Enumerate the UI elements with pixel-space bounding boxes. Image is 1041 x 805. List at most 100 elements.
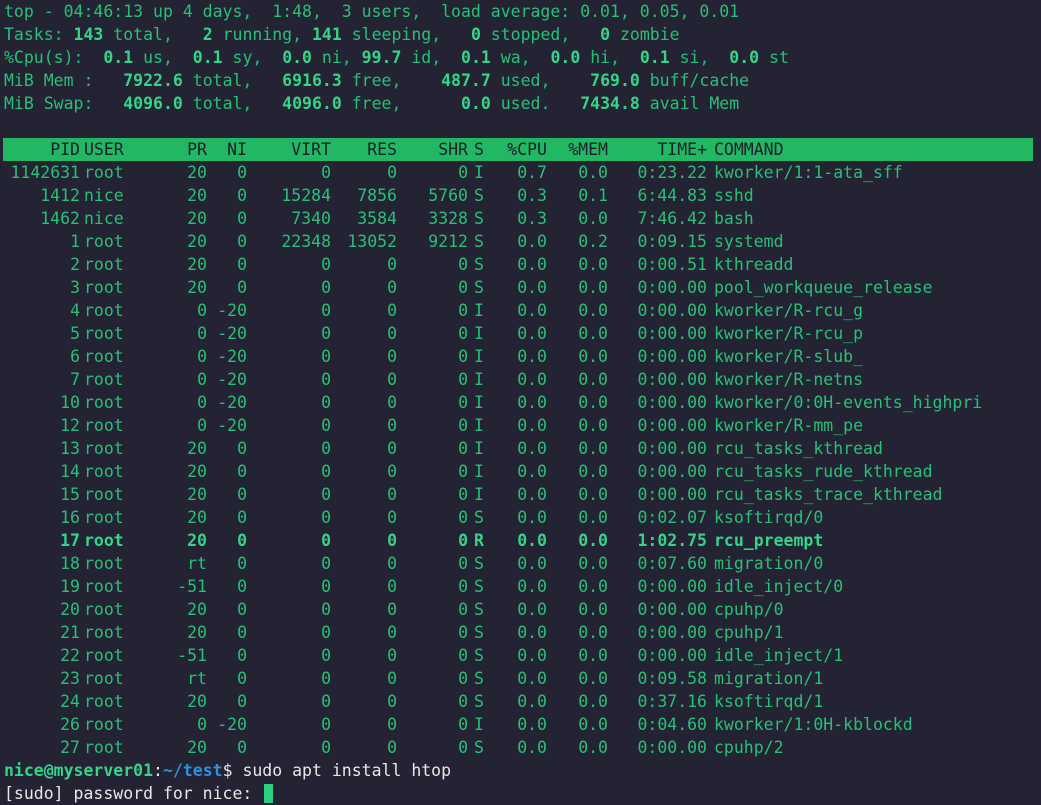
cell-cpu: 0.0 — [517, 485, 547, 504]
cell-time: 0:00.00 — [637, 370, 707, 389]
cell-mem: 0.0 — [578, 416, 608, 435]
cell-cpu: 0.0 — [517, 347, 547, 366]
cell-virt: 0 — [321, 163, 331, 182]
cell-mem: 0.0 — [578, 623, 608, 642]
cell-cmd: kworker/R-rcu_g — [714, 301, 864, 320]
cell-cmd: migration/0 — [714, 554, 824, 573]
column-header-s: S — [474, 140, 484, 159]
cell-res: 0 — [387, 715, 397, 734]
terminal-cursor[interactable] — [264, 784, 274, 803]
cpu-id-label: id, — [401, 48, 462, 67]
cell-s: S — [474, 669, 484, 688]
cpu-si: 0.1 — [639, 48, 670, 67]
cell-mem: 0.0 — [578, 370, 608, 389]
cell-ni: 0 — [237, 669, 247, 688]
cell-pid: 10 — [60, 393, 80, 412]
cell-user: root — [84, 439, 124, 458]
summary-mem-line: MiB Mem : 7922.6 total, 6916.3 free, 487… — [4, 69, 1041, 92]
tasks-zombie-label: zombie — [610, 25, 680, 44]
cell-pid: 22 — [60, 646, 80, 665]
cell-ni: 0 — [237, 738, 247, 757]
swap-avail-label: avail Mem — [639, 94, 740, 113]
summary-swap-line: MiB Swap: 4096.0 total, 4096.0 free, 0.0… — [4, 92, 1041, 115]
cell-shr: 0 — [458, 301, 468, 320]
table-row: 20 root 20 0 0 0 0 S 0.0 0.0 0:00.00 cpuhp/0 — [4, 598, 1041, 621]
cell-ni: 0 — [237, 255, 247, 274]
cell-mem: 0.0 — [578, 301, 608, 320]
column-header-pr: PR — [187, 140, 207, 159]
process-table: 1142631 root 20 0 0 0 0 I 0.7 0.0 0:23.22 kworker/1… — [4, 161, 1041, 759]
cell-user: root — [84, 531, 124, 550]
swap-total: 4096.0 — [123, 94, 183, 113]
cell-mem: 0.0 — [578, 278, 608, 297]
cell-mem: 0.0 — [578, 531, 608, 550]
cell-ni: 0 — [237, 623, 247, 642]
cell-time: 0:00.00 — [637, 462, 707, 481]
column-header-cmd: COMMAND — [714, 140, 784, 159]
cell-pr: 0 — [197, 301, 207, 320]
cell-s: S — [474, 600, 484, 619]
cpu-sy-label: sy, — [222, 48, 283, 67]
cell-cmd: kworker/1:0H-kblockd — [714, 715, 913, 734]
cell-virt: 0 — [321, 646, 331, 665]
cell-s: I — [474, 324, 484, 343]
cpu-us: 0.1 — [103, 48, 134, 67]
cell-cmd: cpuhp/0 — [714, 600, 784, 619]
cell-user: root — [84, 163, 124, 182]
table-row: 1412 nice 20 0 15284 7856 5760 S 0.3 0.1 6:44.83 ss… — [4, 184, 1041, 207]
cell-cpu: 0.0 — [517, 393, 547, 412]
cell-cmd: bash — [714, 209, 754, 228]
table-row: 15 root 20 0 0 0 0 I 0.0 0.0 0:00.00 rcu_tasks_trac… — [4, 483, 1041, 506]
terminal[interactable]: top - 04:46:13 up 4 days, 1:48, 3 users,… — [3, 0, 1041, 805]
cell-time: 7:46.42 — [637, 209, 707, 228]
table-row: 16 root 20 0 0 0 0 S 0.0 0.0 0:02.07 ksoftirqd/0 — [4, 506, 1041, 529]
shell-prompt-line: nice@myserver01:~/test$ sudo apt install… — [4, 759, 1041, 782]
cell-pid: 26 — [60, 715, 80, 734]
cell-time: 0:00.00 — [637, 738, 707, 757]
cpu-si-label: si, — [669, 48, 730, 67]
cell-cpu: 0.0 — [517, 646, 547, 665]
cell-pr: 0 — [197, 416, 207, 435]
summary-cpu-line: %Cpu(s): 0.1 us, 0.1 sy, 0.0 ni, 99.7 id… — [4, 46, 1041, 69]
cell-cpu: 0.0 — [517, 669, 547, 688]
cell-virt: 0 — [321, 577, 331, 596]
cell-ni: 0 — [237, 439, 247, 458]
table-row: 10 root 0 -20 0 0 0 I 0.0 0.0 0:00.00 kworker/0:0H-… — [4, 391, 1041, 414]
tasks-sleeping: 141 — [311, 25, 342, 44]
cell-mem: 0.0 — [578, 738, 608, 757]
cell-time: 0:07.60 — [637, 554, 707, 573]
uptime-text: top - 04:46:13 up 4 days, 1:48, 3 users,… — [4, 2, 740, 21]
cell-cmd: kworker/0:0H-events_highpri — [714, 393, 983, 412]
cell-res: 0 — [387, 692, 397, 711]
cell-user: root — [84, 393, 124, 412]
mem-used-label: used, — [490, 71, 591, 90]
cell-ni: 0 — [237, 462, 247, 481]
cell-pr: 20 — [187, 163, 207, 182]
cell-pr: 0 — [197, 370, 207, 389]
cell-res: 0 — [387, 301, 397, 320]
cell-pid: 24 — [60, 692, 80, 711]
cell-cpu: 0.0 — [517, 439, 547, 458]
cell-res: 0 — [387, 324, 397, 343]
sudo-prompt-line[interactable]: [sudo] password for nice: — [4, 782, 1041, 805]
cell-time: 0:00.00 — [637, 439, 707, 458]
cell-virt: 0 — [321, 278, 331, 297]
cell-shr: 0 — [458, 163, 468, 182]
swap-total-label: total, — [182, 94, 283, 113]
cell-s: S — [474, 646, 484, 665]
column-header-user: USER — [84, 140, 124, 159]
cell-cpu: 0.7 — [517, 163, 547, 182]
cell-cmd: cpuhp/2 — [714, 738, 784, 757]
cell-s: S — [474, 692, 484, 711]
cell-mem: 0.0 — [578, 347, 608, 366]
swap-used-label: used. — [490, 94, 581, 113]
cell-virt: 0 — [321, 324, 331, 343]
cell-user: root — [84, 738, 124, 757]
cell-res: 0 — [387, 163, 397, 182]
cell-pr: 20 — [187, 439, 207, 458]
prompt-user-host: nice@myserver01 — [4, 761, 154, 780]
process-table-header: PID USER PR NI VIRT RES SHR S %CPU %MEM TIME+ COMMA… — [3, 138, 1033, 161]
cell-shr: 0 — [458, 485, 468, 504]
cell-ni: -20 — [217, 393, 247, 412]
cell-user: root — [84, 554, 124, 573]
